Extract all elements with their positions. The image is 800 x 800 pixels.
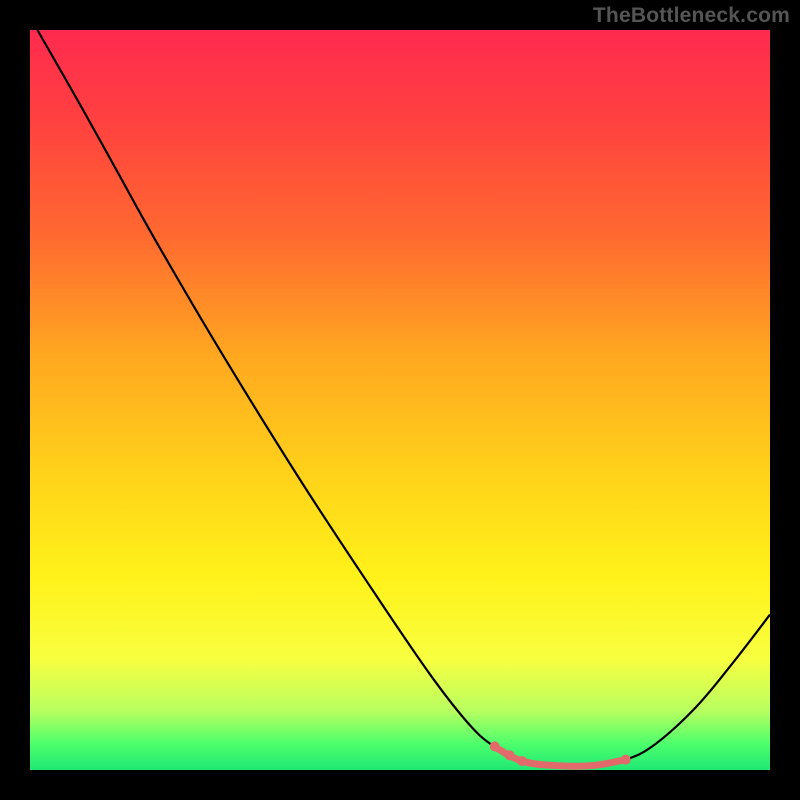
chart-marker <box>505 750 515 760</box>
chart-plot-area <box>30 30 770 770</box>
chart-overlay-segment <box>496 748 626 766</box>
chart-svg <box>30 30 770 770</box>
chart-marker <box>517 756 527 766</box>
chart-main-curve <box>37 30 770 766</box>
chart-marker <box>621 755 631 765</box>
chart-marker <box>490 741 500 751</box>
watermark-text: TheBottleneck.com <box>593 4 790 28</box>
